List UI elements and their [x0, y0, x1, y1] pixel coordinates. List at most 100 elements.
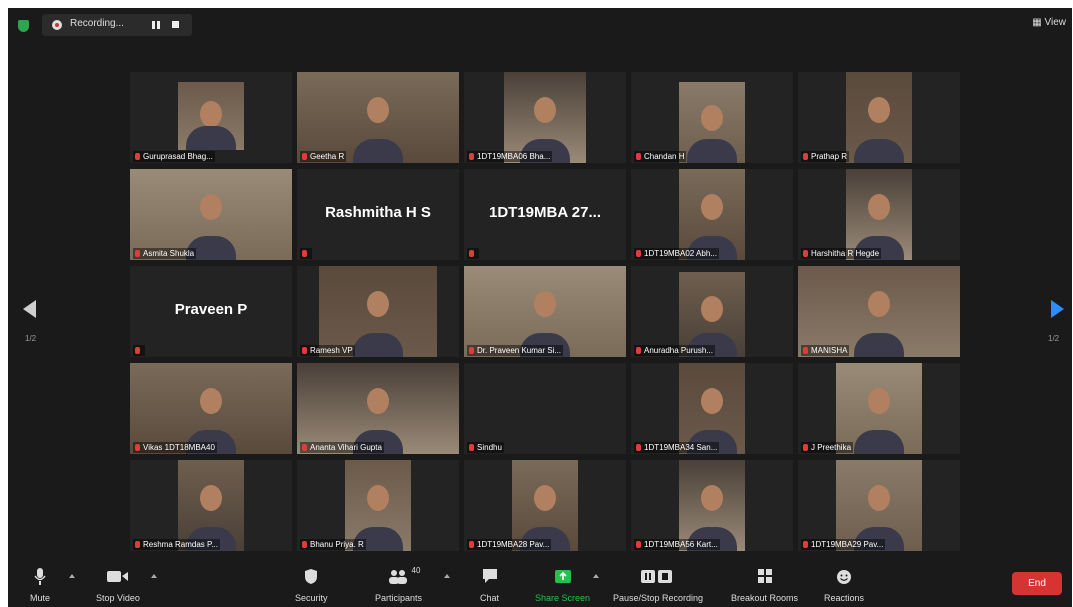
person-silhouette [701, 485, 723, 512]
person-silhouette [868, 97, 890, 124]
participant-name: Dr. Praveen Kumar Si... [477, 346, 562, 355]
stop-video-label: Stop Video [96, 593, 140, 603]
participant-name: Reshma Ramdas P... [143, 540, 218, 549]
participant-name: 1DT19MBA34 San... [644, 443, 718, 452]
person-body [353, 333, 403, 357]
pause-recording-icon[interactable] [152, 21, 160, 29]
participant-name-label: Ramesh VP [300, 345, 355, 356]
chat-button[interactable]: Chat [480, 568, 499, 603]
participant-name: Bhanu Priya. R [310, 540, 364, 549]
participant-video [464, 266, 626, 357]
page-indicator-left: 1/2 [25, 334, 37, 343]
participant-tile[interactable]: Prathap R [798, 72, 960, 163]
participant-video [846, 72, 912, 163]
participant-name: 1DT19MBA29 Pav... [811, 540, 884, 549]
video-camera-icon [106, 568, 129, 585]
participant-name-label: Anuradha Purush... [634, 345, 715, 356]
person-silhouette [367, 291, 389, 318]
participant-video [178, 82, 244, 150]
chat-label: Chat [480, 593, 500, 603]
security-label: Security [295, 593, 328, 603]
record-dot-icon [52, 20, 62, 30]
participant-tile[interactable]: Vikas 1DT18MBA40 [130, 363, 292, 454]
pause-stop-recording-button[interactable]: Pause/Stop Recording [613, 568, 703, 603]
participant-name-label: 1DT19MBA28 Pav... [467, 539, 552, 550]
participant-tile[interactable]: Bhanu Priya. R [297, 460, 459, 551]
audio-options-caret-icon[interactable] [69, 574, 75, 578]
view-label: View [1044, 17, 1067, 28]
participant-tile[interactable]: Guruprasad Bhag... [130, 72, 292, 163]
participant-name: Sindhu [477, 443, 502, 452]
muted-mic-icon [636, 541, 641, 548]
participant-tile[interactable]: Chandan H [631, 72, 793, 163]
breakout-rooms-button[interactable]: Breakout Rooms [731, 568, 798, 603]
muted-mic-icon [135, 541, 140, 548]
share-options-caret-icon[interactable] [593, 574, 599, 578]
person-silhouette [701, 295, 723, 322]
participants-icon: 40 [388, 566, 420, 585]
muted-mic-icon [803, 541, 808, 548]
participant-tile[interactable]: Reshma Ramdas P... [130, 460, 292, 551]
reactions-button[interactable]: Reactions [824, 568, 864, 603]
next-page-arrow-icon[interactable] [1051, 300, 1064, 318]
participant-tile[interactable]: MANISHA [798, 266, 960, 357]
participant-tile[interactable]: Ramesh VP [297, 266, 459, 357]
participants-button[interactable]: 40 Participants [375, 566, 422, 603]
chat-bubble-icon [481, 568, 499, 585]
participant-tile[interactable]: 1DT19MBA34 San... [631, 363, 793, 454]
share-screen-button[interactable]: Share Screen [535, 568, 590, 603]
participant-name: MANISHA [811, 346, 848, 355]
participant-name-label: Harshitha R Hegde [801, 248, 882, 259]
participant-tile[interactable]: 1DT19MBA56 Kart... [631, 460, 793, 551]
person-silhouette [868, 291, 890, 318]
participant-name-label: Ananta Vihari Gupta [300, 442, 384, 453]
meeting-toolbar: Mute Stop Video Security 40 Participants… [8, 566, 1072, 607]
participant-name-label: Chandan H [634, 151, 687, 162]
participant-tile[interactable]: Sindhu [464, 363, 626, 454]
participant-name: 1DT19MBA02 Abh... [644, 249, 717, 258]
participant-tile[interactable]: Dr. Praveen Kumar Si... [464, 266, 626, 357]
participant-tile[interactable]: J Preethika [798, 363, 960, 454]
stop-recording-icon[interactable] [172, 21, 179, 28]
participant-video [319, 266, 437, 357]
participant-tile[interactable]: 1DT19MBA06 Bha... [464, 72, 626, 163]
participant-video [679, 460, 745, 551]
participant-tile[interactable]: Praveen P [130, 266, 292, 357]
participant-display-name: 1DT19MBA 27... [489, 204, 601, 221]
security-shield-icon[interactable] [18, 20, 29, 32]
security-button[interactable]: Security [295, 568, 328, 603]
participant-tile[interactable]: Ananta Vihari Gupta [297, 363, 459, 454]
muted-mic-icon [302, 541, 307, 548]
participant-tile[interactable]: Harshitha R Hegde [798, 169, 960, 260]
participant-video [836, 363, 922, 454]
participant-tile[interactable]: 1DT19MBA 27... [464, 169, 626, 260]
participant-tile[interactable]: 1DT19MBA28 Pav... [464, 460, 626, 551]
person-silhouette [534, 291, 556, 318]
muted-mic-icon [469, 444, 474, 451]
muted-mic-icon [636, 250, 641, 257]
gallery-grid: Guruprasad Bhag... Geetha R 1DT19MBA06 Bha… [130, 72, 960, 554]
participant-tile[interactable]: Anuradha Purush... [631, 266, 793, 357]
person-silhouette [200, 101, 222, 128]
participant-tile[interactable]: 1DT19MBA29 Pav... [798, 460, 960, 551]
muted-mic-icon [469, 250, 474, 257]
participant-tile[interactable]: 1DT19MBA02 Abh... [631, 169, 793, 260]
participants-options-caret-icon[interactable] [444, 574, 450, 578]
shield-icon [304, 568, 318, 585]
muted-mic-icon [302, 444, 307, 451]
participant-name-label [467, 248, 479, 259]
muted-mic-icon [469, 347, 474, 354]
video-options-caret-icon[interactable] [151, 574, 157, 578]
person-silhouette [868, 388, 890, 415]
view-button[interactable]: ▦ View [1032, 17, 1066, 28]
participant-tile[interactable]: Geetha R [297, 72, 459, 163]
participant-tile[interactable]: Asmita Shukla [130, 169, 292, 260]
person-body [854, 139, 904, 163]
participant-tile[interactable]: Rashmitha H S [297, 169, 459, 260]
participant-name: Guruprasad Bhag... [143, 152, 213, 161]
mute-button[interactable]: Mute [30, 568, 50, 603]
participant-name-label: Guruprasad Bhag... [133, 151, 215, 162]
previous-page-arrow-icon[interactable] [23, 300, 36, 318]
end-meeting-button[interactable]: End [1012, 572, 1062, 595]
stop-video-button[interactable]: Stop Video [96, 568, 140, 603]
